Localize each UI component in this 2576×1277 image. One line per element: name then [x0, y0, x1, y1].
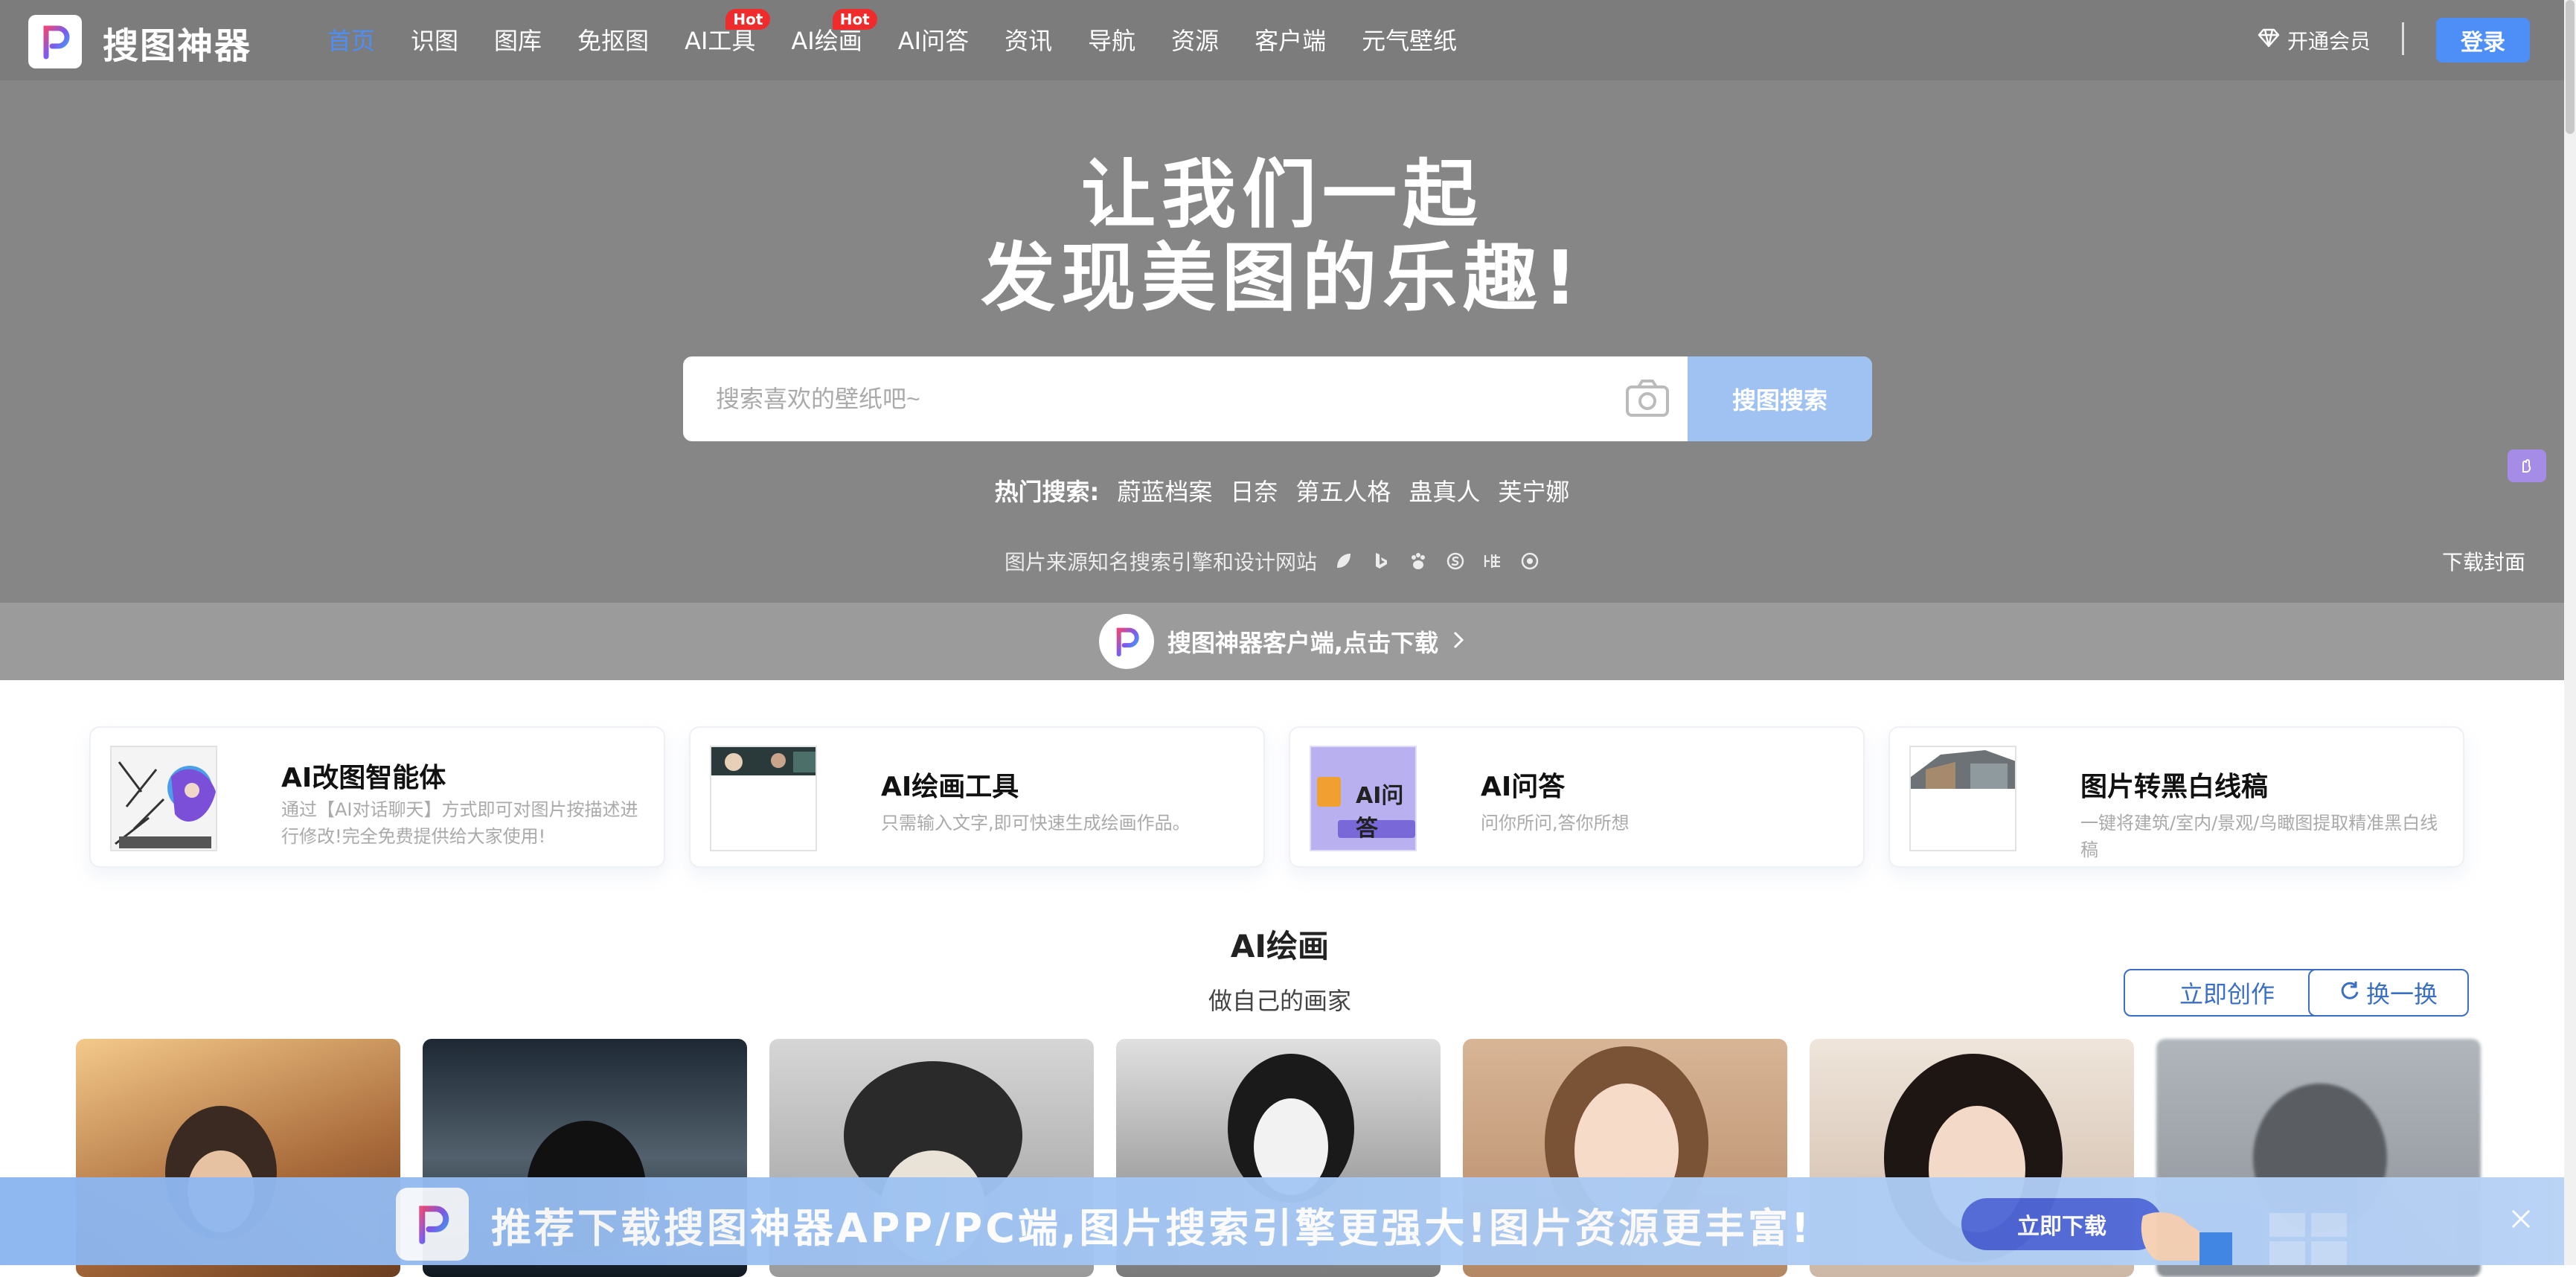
nav-item-home[interactable]: 首页 — [327, 22, 375, 57]
top-navigation-bar: 搜图神器 首页 识图 图库 免抠图 AI工具 Hot AI绘画 Hot AI问答 资… — [0, 0, 2564, 80]
section-title: AI绘画 — [1230, 928, 1330, 964]
hot-term[interactable]: 日奈 — [1230, 473, 1278, 508]
duitang-icon — [1482, 551, 1503, 572]
nav-label: AI工具 — [685, 27, 756, 55]
card-title: AI问答 — [1481, 772, 1566, 802]
card-description: 一键将建筑/室内/景观/鸟瞰图提取精准黑白线稿 — [2080, 813, 2438, 860]
card-thumbnail — [710, 746, 817, 851]
download-cover-link[interactable]: 下载封面 — [2442, 546, 2525, 576]
sogou-icon — [1445, 551, 1466, 572]
nav-label: 元气壁纸 — [1362, 27, 1458, 55]
card-title: AI绘画工具 — [881, 772, 1019, 802]
nav-label: 客户端 — [1255, 27, 1327, 55]
hot-badge: Hot — [832, 9, 877, 30]
logo[interactable] — [28, 15, 82, 68]
nav-item-ai-tools[interactable]: AI工具 Hot — [685, 9, 771, 57]
nav-item-resources[interactable]: 资源 — [1171, 22, 1219, 57]
hot-term[interactable]: 第五人格 — [1295, 473, 1391, 508]
nav-label: 图库 — [494, 27, 542, 55]
hot-search-label: 热门搜索: — [994, 478, 1100, 506]
nav-label: 资源 — [1171, 27, 1220, 55]
close-icon[interactable] — [2506, 1204, 2536, 1234]
vip-label: 开通会员 — [2287, 29, 2371, 54]
banner-text: 推荐下载搜图神器APP/PC端,图片搜索引擎更强大!图片资源更丰富! — [491, 1205, 1813, 1252]
refresh-icon — [2339, 979, 2360, 1007]
hot-term[interactable]: 蛊真人 — [1409, 473, 1480, 508]
nav-item-navigation[interactable]: 导航 — [1088, 22, 1135, 57]
nav-item-ai-paint[interactable]: AI绘画 Hot — [791, 9, 877, 57]
client-download-bar[interactable]: 搜图神器客户端,点击下载 — [0, 603, 2564, 680]
pointing-hand-icon — [2128, 1194, 2232, 1265]
client-download-text: 搜图神器客户端,点击下载 — [1167, 629, 1439, 657]
download-banner[interactable]: 推荐下载搜图神器APP/PC端,图片搜索引擎更强大!图片资源更丰富! 立即下载 — [0, 1177, 2564, 1265]
scrollbar-track[interactable] — [2564, 0, 2576, 1265]
card-description: 通过【AI对话聊天】方式即可对图片按描述进行修改!完全免费提供给大家使用! — [281, 799, 638, 847]
nav-label: AI绘画 — [791, 27, 862, 55]
header-divider — [2402, 22, 2404, 55]
feature-card-ai-paint[interactable]: AI绘画工具 只需输入文字,即可快速生成绘画作品。 — [689, 726, 1265, 868]
grid-decor-icon — [2269, 1213, 2351, 1268]
side-float-icon[interactable] — [2508, 449, 2546, 482]
scrollbar-thumb[interactable] — [2566, 0, 2575, 134]
refresh-button[interactable]: 换一换 — [2308, 969, 2469, 1017]
image-sources: 图片来源知名搜索引擎和设计网站 — [1005, 546, 1540, 576]
nav-item-cutout[interactable]: 免抠图 — [577, 22, 649, 57]
feature-cards: AI改图智能体 通过【AI对话聊天】方式即可对图片按描述进行修改!完全免费提供给… — [89, 726, 2464, 868]
nav-item-ai-qa[interactable]: AI问答 — [898, 22, 969, 57]
hot-term[interactable]: 芙宁娜 — [1498, 473, 1569, 508]
camera-icon[interactable] — [1625, 379, 1670, 417]
sources-text: 图片来源知名搜索引擎和设计网站 — [1005, 550, 1318, 575]
chevron-right-icon — [1452, 630, 1465, 653]
nav-item-gallery[interactable]: 图库 — [494, 22, 542, 57]
nav-label: 首页 — [327, 27, 376, 55]
hero-slogan-line2: 发现美图的乐趣! — [981, 234, 1583, 321]
feature-card-ai-qa[interactable]: AI问答 AI问答 问你所问,答你所想 — [1289, 726, 1865, 868]
refresh-label: 换一换 — [2365, 980, 2438, 1008]
search-button[interactable]: 搜图搜索 — [1688, 356, 1872, 441]
nav-label: 识图 — [411, 27, 459, 55]
nav-label: AI问答 — [897, 27, 970, 55]
nav-label: 资讯 — [1005, 27, 1053, 55]
client-logo-icon — [1098, 614, 1154, 669]
feature-card-lineart[interactable]: 图片转黑白线稿 一键将建筑/室内/景观/鸟瞰图提取精准黑白线稿 — [1888, 726, 2464, 868]
vip-link[interactable]: 开通会员 — [2258, 25, 2371, 55]
search-input[interactable] — [683, 356, 1688, 441]
card-description: 只需输入文字,即可快速生成绘画作品。 — [881, 813, 1191, 833]
diamond-icon — [2258, 28, 2280, 53]
hot-term[interactable]: 蔚蓝档案 — [1117, 473, 1212, 508]
nav-item-client[interactable]: 客户端 — [1255, 22, 1326, 57]
leaf-icon — [1333, 551, 1354, 572]
baidu-paw-icon — [1408, 551, 1429, 572]
bing-icon — [1371, 551, 1391, 572]
card-thumbnail: AI问答 — [1310, 746, 1417, 851]
create-now-button[interactable]: 立即创作 — [2124, 969, 2330, 1017]
card-description: 问你所问,答你所想 — [1481, 813, 1630, 833]
hot-badge: Hot — [725, 9, 771, 30]
nav-label: 免抠图 — [577, 27, 650, 55]
nav-label: 导航 — [1088, 27, 1136, 55]
card-thumbnail — [110, 746, 217, 851]
brand-name[interactable]: 搜图神器 — [103, 16, 251, 68]
feature-card-ai-edit[interactable]: AI改图智能体 通过【AI对话聊天】方式即可对图片按描述进行修改!完全免费提供给… — [89, 726, 665, 868]
nav-item-wallpaper[interactable]: 元气壁纸 — [1362, 22, 1457, 57]
card-thumb-label: AI问答 — [1356, 783, 1404, 842]
card-title: AI改图智能体 — [281, 763, 446, 793]
login-button[interactable]: 登录 — [2436, 18, 2530, 63]
create-now-label: 立即创作 — [2179, 980, 2275, 1008]
search-bar: 搜图搜索 — [683, 356, 1872, 441]
card-thumbnail — [1909, 746, 2016, 851]
logo-p-icon — [28, 15, 82, 68]
banner-logo-icon — [396, 1188, 469, 1261]
nav-item-reverse-search[interactable]: 识图 — [411, 22, 458, 57]
main-nav: 首页 识图 图库 免抠图 AI工具 Hot AI绘画 Hot AI问答 资讯 导航 … — [327, 9, 1493, 57]
nav-item-news[interactable]: 资讯 — [1005, 22, 1052, 57]
card-title: 图片转黑白线稿 — [2080, 772, 2269, 802]
360-icon — [1519, 551, 1540, 572]
hot-search-list: 热门搜索: 蔚蓝档案 日奈 第五人格 蛊真人 芙宁娜 — [0, 473, 2564, 508]
